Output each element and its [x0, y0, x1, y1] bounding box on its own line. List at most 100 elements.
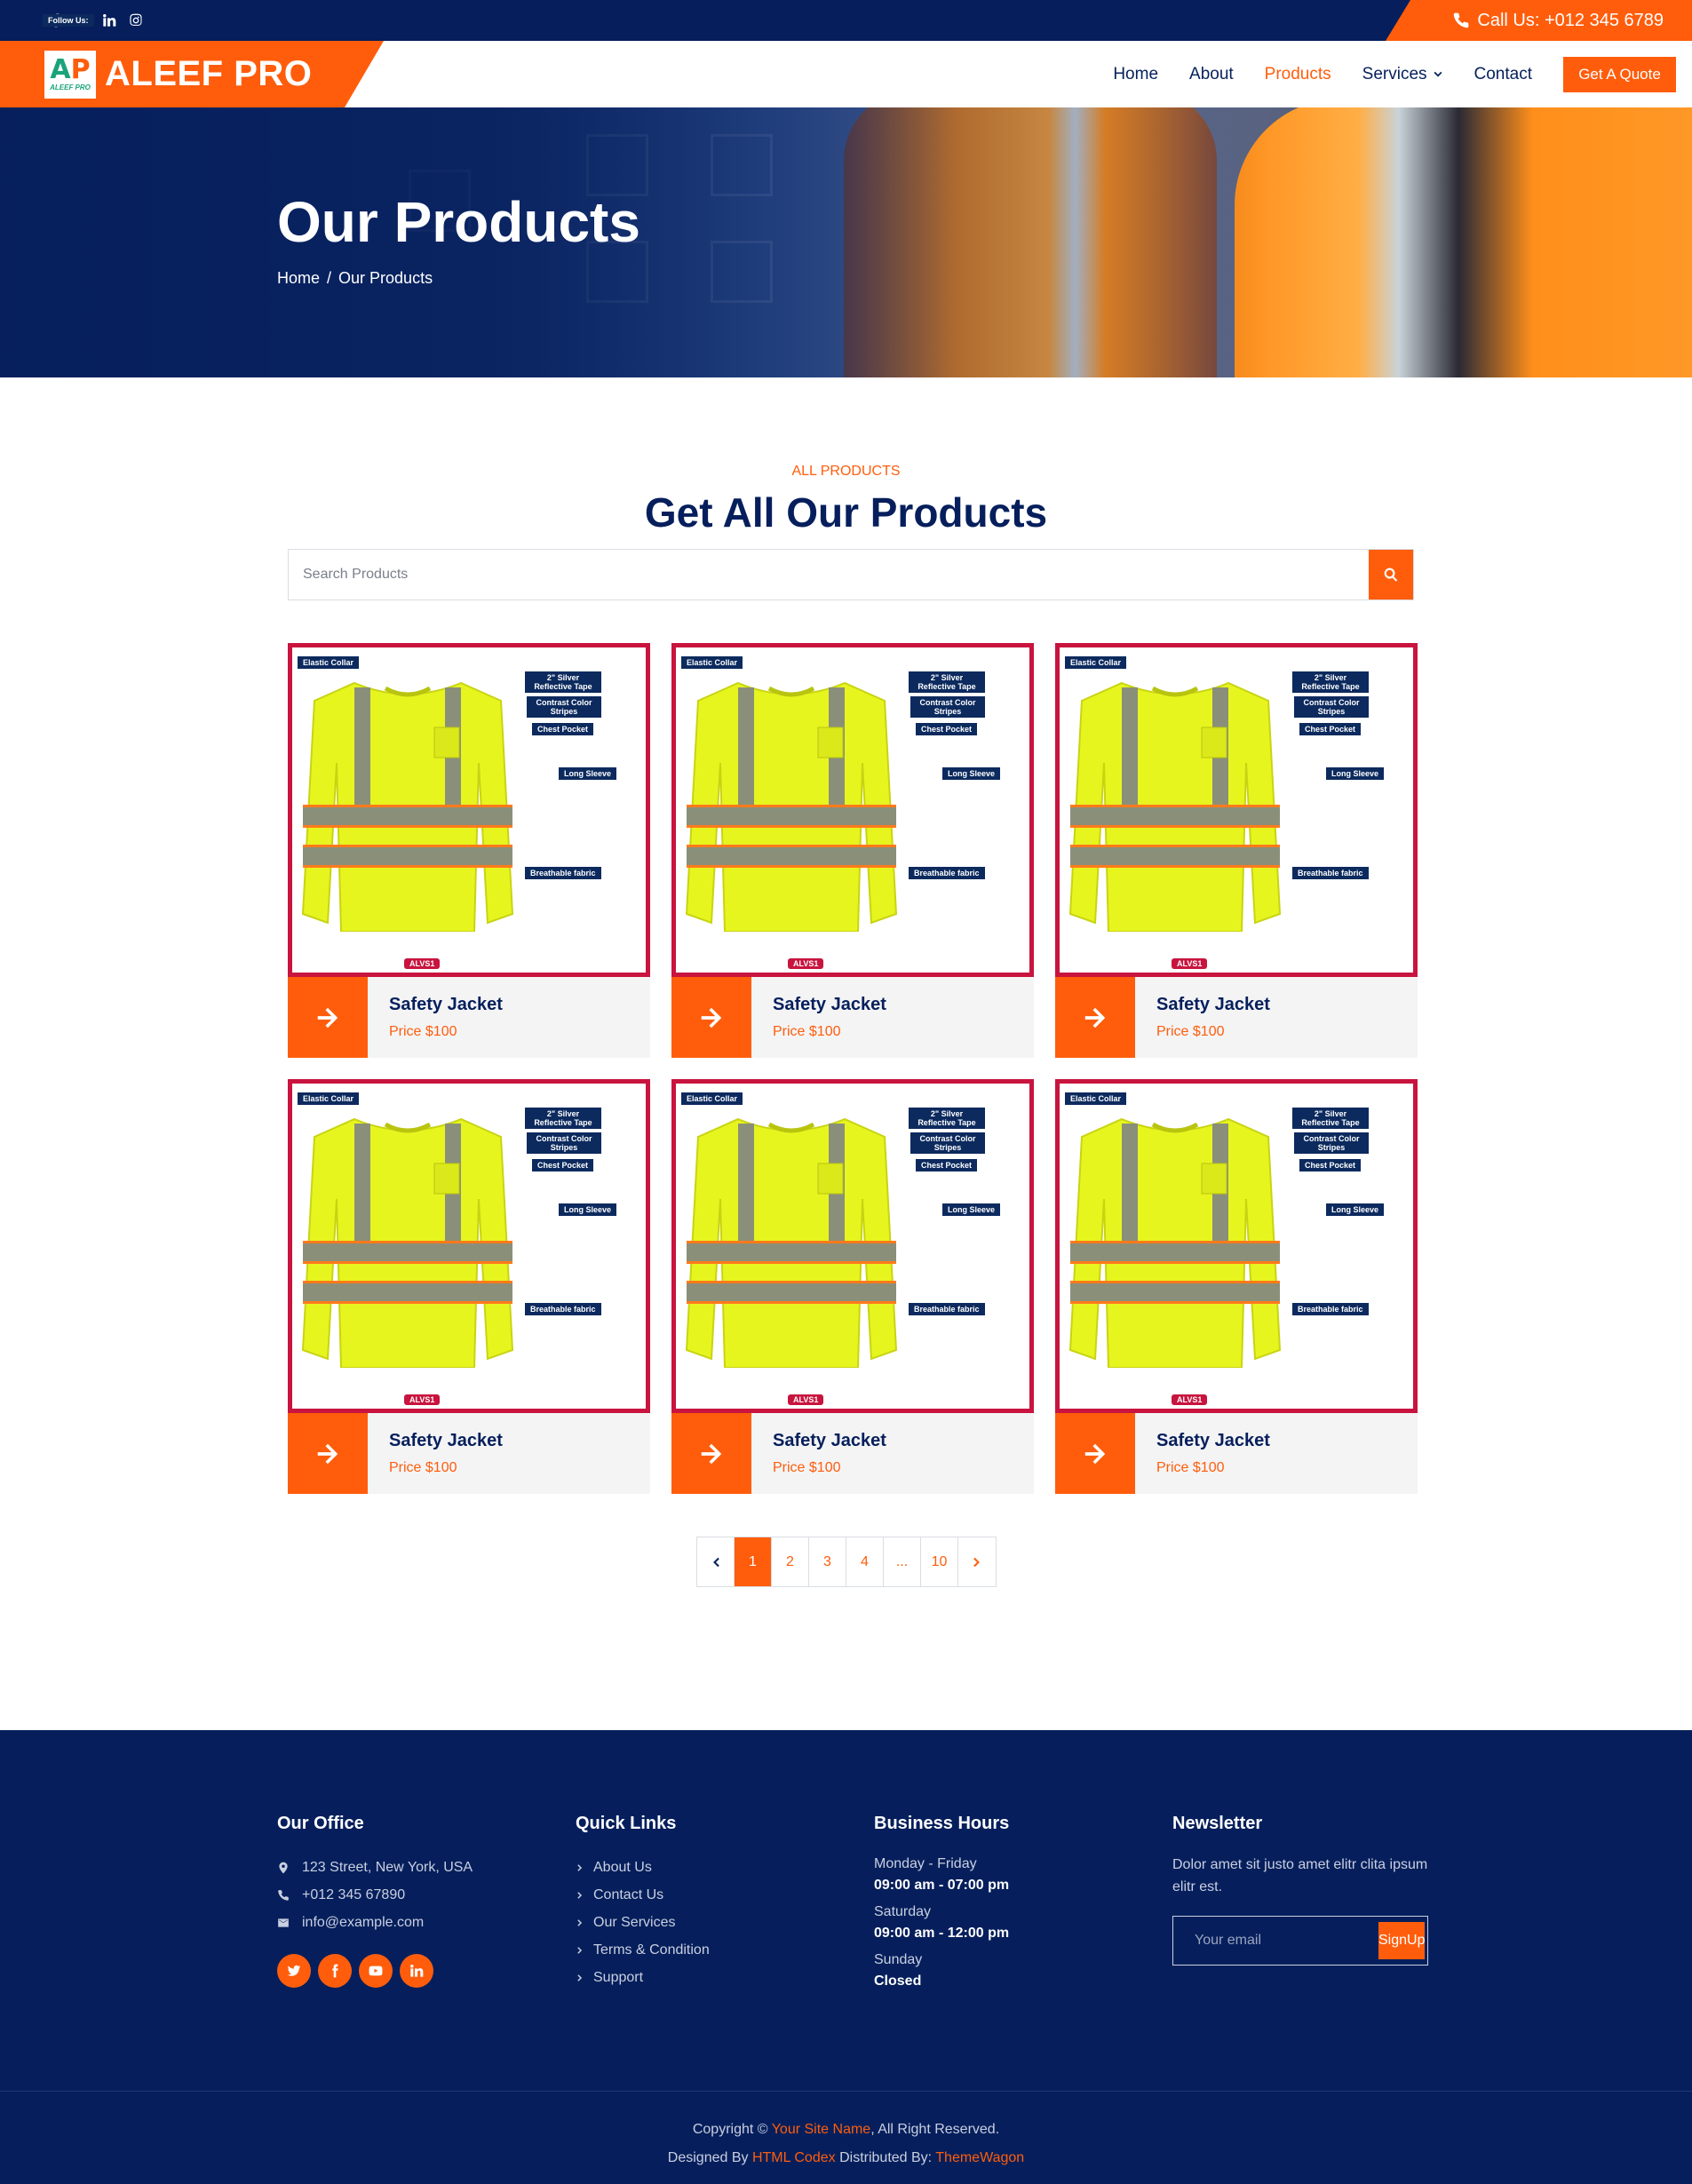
view-product-button[interactable] — [288, 1413, 368, 1494]
label-stripes: Contrast Color Stripes — [910, 1132, 985, 1154]
label-tape: 2" Silver Reflective Tape — [525, 671, 601, 693]
label-stripes: Contrast Color Stripes — [527, 1132, 601, 1154]
label-collar: Elastic Collar — [681, 656, 743, 669]
nav-services-label: Services — [1362, 64, 1427, 83]
search-button[interactable] — [1369, 550, 1413, 600]
phone-icon — [1454, 12, 1469, 28]
chevron-right-icon — [973, 1557, 980, 1567]
label-stripes: Contrast Color Stripes — [527, 696, 601, 718]
view-product-button[interactable] — [288, 977, 368, 1058]
product-image[interactable]: Elastic Collar 2" Silver Reflective Tape… — [1055, 1079, 1418, 1413]
footer-link[interactable]: Contact Us — [576, 1881, 710, 1909]
map-marker-icon — [279, 1862, 288, 1873]
product-card[interactable]: Elastic Collar 2" Silver Reflective Tape… — [288, 643, 650, 1058]
label-sleeve: Long Sleeve — [1326, 767, 1385, 780]
product-card[interactable]: Elastic Collar 2" Silver Reflective Tape… — [1055, 643, 1418, 1058]
twitter-icon[interactable] — [277, 1954, 311, 1988]
arrow-right-icon — [1084, 1443, 1106, 1464]
pagination-next[interactable] — [958, 1537, 996, 1586]
product-name[interactable]: Safety Jacket — [389, 1431, 503, 1451]
nav-contact[interactable]: Contact — [1474, 65, 1532, 84]
label-tape: 2" Silver Reflective Tape — [1292, 671, 1369, 693]
product-name[interactable]: Safety Jacket — [773, 1431, 886, 1451]
product-price: Price $100 — [1156, 1460, 1225, 1475]
site-name-link[interactable]: Your Site Name — [772, 2122, 870, 2137]
designer-link[interactable]: HTML Codex — [752, 2150, 836, 2165]
distributor-link[interactable]: ThemeWagon — [935, 2150, 1024, 2165]
product-name[interactable]: Safety Jacket — [773, 995, 886, 1015]
product-name[interactable]: Safety Jacket — [1156, 1431, 1270, 1451]
label-tape: 2" Silver Reflective Tape — [525, 1108, 601, 1129]
breadcrumb-home[interactable]: Home — [277, 269, 320, 288]
search-input[interactable] — [289, 550, 1369, 600]
brand[interactable]: AP ALEEF PRO ALEEF PRO — [0, 41, 384, 107]
label-pocket: Chest Pocket — [916, 1159, 978, 1171]
footer-divider — [0, 2091, 1692, 2092]
page-1[interactable]: 1 — [735, 1537, 772, 1586]
linkedin-icon[interactable] — [400, 1954, 433, 1988]
safety-jacket-image — [1068, 1117, 1282, 1368]
page-3[interactable]: 3 — [809, 1537, 846, 1586]
call-us[interactable]: Call Us: +012 345 6789 — [1386, 0, 1692, 41]
label-pocket: Chest Pocket — [532, 723, 594, 735]
hours-day: Sunday — [874, 1952, 923, 1967]
view-product-button[interactable] — [1055, 1413, 1135, 1494]
product-name[interactable]: Safety Jacket — [389, 995, 503, 1015]
product-card[interactable]: Elastic Collar 2" Silver Reflective Tape… — [671, 643, 1034, 1058]
product-card[interactable]: Elastic Collar 2" Silver Reflective Tape… — [288, 1079, 650, 1494]
envelope-icon — [278, 1918, 289, 1927]
newsletter-email-input[interactable] — [1195, 1933, 1378, 1949]
newsletter-form: SignUp — [1172, 1916, 1428, 1966]
breadcrumb: Home / Our Products — [277, 269, 433, 288]
label-pocket: Chest Pocket — [1299, 1159, 1362, 1171]
arrow-right-icon — [317, 1443, 338, 1464]
footer-newsletter: Newsletter Dolor amet sit justo amet eli… — [1172, 1814, 1430, 1966]
footer-link[interactable]: Our Services — [576, 1909, 710, 1936]
product-image[interactable]: Elastic Collar 2" Silver Reflective Tape… — [288, 643, 650, 977]
view-product-button[interactable] — [1055, 977, 1135, 1058]
product-name[interactable]: Safety Jacket — [1156, 995, 1270, 1015]
footer-link[interactable]: About Us — [576, 1854, 710, 1881]
page-10[interactable]: 10 — [921, 1537, 958, 1586]
facebook-icon[interactable] — [318, 1954, 352, 1988]
view-product-button[interactable] — [671, 977, 751, 1058]
get-quote-button[interactable]: Get A Quote — [1563, 56, 1676, 92]
chevron-right-icon — [577, 1946, 583, 1954]
nav-services[interactable]: Services — [1362, 65, 1443, 84]
safety-jacket-image — [301, 1117, 514, 1368]
nav-about[interactable]: About — [1189, 65, 1234, 84]
label-tape: 2" Silver Reflective Tape — [1292, 1108, 1369, 1129]
product-image[interactable]: Elastic Collar 2" Silver Reflective Tape… — [671, 1079, 1034, 1413]
linkedin-icon[interactable] — [96, 0, 123, 41]
product-image[interactable]: Elastic Collar 2" Silver Reflective Tape… — [671, 643, 1034, 977]
instagram-icon[interactable] — [123, 0, 149, 41]
product-image[interactable]: Elastic Collar 2" Silver Reflective Tape… — [1055, 643, 1418, 977]
copyright: Copyright © Your Site Name, All Right Re… — [667, 2122, 1025, 2165]
youtube-icon[interactable] — [359, 1954, 393, 1988]
view-product-button[interactable] — [671, 1413, 751, 1494]
signup-button[interactable]: SignUp — [1378, 1922, 1426, 1959]
pagination-prev[interactable] — [697, 1537, 735, 1586]
newsletter-text: Dolor amet sit justo amet elitr clita ip… — [1172, 1857, 1428, 1894]
label-stripes: Contrast Color Stripes — [1294, 1132, 1369, 1154]
label-sleeve: Long Sleeve — [942, 767, 1001, 780]
arrow-right-icon — [701, 1443, 722, 1464]
product-grid: Elastic Collar 2" Silver Reflective Tape… — [288, 643, 1418, 1494]
footer-link[interactable]: Support — [576, 1964, 710, 1991]
label-fabric: Breathable fabric — [525, 1303, 601, 1315]
safety-jacket-image — [301, 681, 514, 932]
product-card[interactable]: Elastic Collar 2" Silver Reflective Tape… — [671, 1079, 1034, 1494]
nav-products[interactable]: Products — [1265, 65, 1331, 84]
follow-us: Follow Us: — [43, 0, 149, 41]
page-2[interactable]: 2 — [772, 1537, 809, 1586]
office-email[interactable]: info@example.com — [302, 1915, 424, 1931]
label-stripes: Contrast Color Stripes — [1294, 696, 1369, 718]
chevron-right-icon — [577, 1918, 583, 1926]
page-4[interactable]: 4 — [846, 1537, 884, 1586]
label-fabric: Breathable fabric — [1292, 867, 1369, 879]
nav-home[interactable]: Home — [1113, 65, 1158, 84]
footer-link[interactable]: Terms & Condition — [576, 1936, 710, 1964]
newsletter-title: Newsletter — [1172, 1814, 1263, 1833]
product-image[interactable]: Elastic Collar 2" Silver Reflective Tape… — [288, 1079, 650, 1413]
product-card[interactable]: Elastic Collar 2" Silver Reflective Tape… — [1055, 1079, 1418, 1494]
